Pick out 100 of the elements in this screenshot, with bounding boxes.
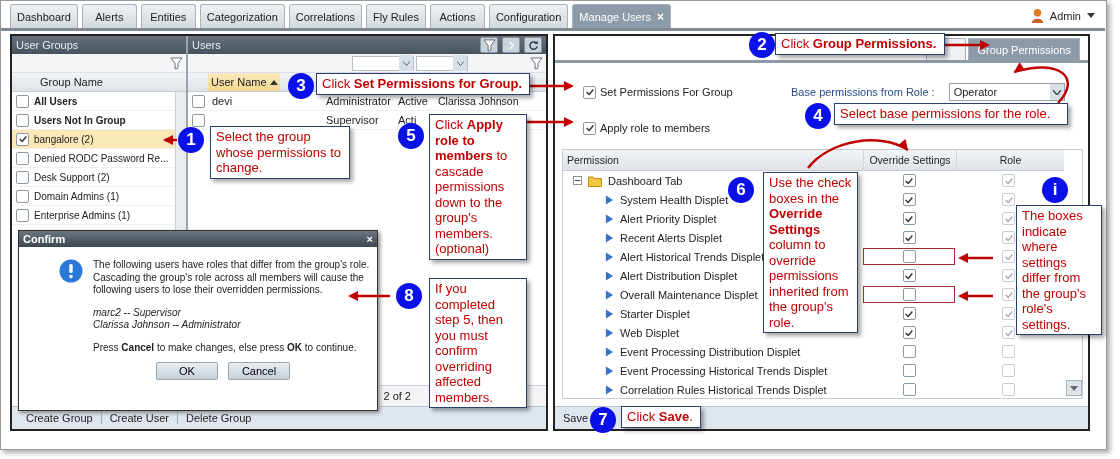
tree-label: Correlation Rules Historical Trends Displet [620, 383, 827, 396]
caret-icon[interactable] [1087, 13, 1095, 18]
table-cell: devi [212, 95, 233, 107]
expand-arrow-icon[interactable] [605, 250, 614, 263]
checkbox[interactable] [16, 170, 29, 184]
tab[interactable]: Entities [140, 4, 196, 28]
callout-text: Select the group whose permissions to change. [210, 126, 350, 179]
checkbox[interactable] [1002, 174, 1015, 187]
checkbox-label: Apply role to members [600, 122, 711, 135]
checkbox[interactable] [583, 121, 596, 135]
toolbar-link[interactable]: Create Group [18, 412, 102, 424]
checkbox[interactable] [902, 269, 916, 282]
tab[interactable]: Categorization [199, 4, 285, 28]
checkbox[interactable] [902, 288, 916, 301]
close-icon[interactable]: × [366, 233, 373, 245]
checkbox[interactable] [1002, 212, 1015, 225]
expand-arrow-icon[interactable] [605, 307, 614, 320]
user-menu[interactable]: Admin [1049, 9, 1081, 22]
toolbar-link[interactable]: Create User [101, 412, 178, 424]
checkbox[interactable] [16, 208, 29, 222]
dialog-message: Press Cancel to make changes, else press OK to continue. [93, 341, 358, 354]
sort-arrow-icon [269, 79, 278, 85]
toolbar-link[interactable]: Delete Group [177, 412, 260, 424]
save-button[interactable]: Save [563, 412, 589, 424]
tab[interactable]: Correlations [288, 4, 363, 28]
checkbox[interactable] [16, 151, 29, 165]
expand-arrow-icon[interactable] [605, 231, 614, 244]
collapse-icon[interactable] [573, 176, 582, 185]
group-row[interactable]: All Users [12, 92, 175, 111]
pointer-arrow [1013, 62, 1069, 104]
checkbox[interactable] [902, 383, 916, 396]
expand-arrow-icon[interactable] [605, 193, 614, 206]
check-icon [17, 134, 28, 144]
checkbox[interactable] [902, 326, 916, 339]
filter-icon[interactable] [170, 56, 183, 70]
checkbox[interactable] [902, 345, 916, 358]
checkbox[interactable] [902, 174, 916, 187]
checkbox[interactable] [1002, 345, 1015, 358]
checkbox[interactable] [191, 94, 205, 108]
dialog-button[interactable]: Cancel [228, 362, 290, 380]
tree-label: Web Displet [620, 326, 680, 339]
group-row[interactable]: Denied RODC Password Re... [12, 149, 175, 168]
expand-arrow-icon[interactable] [605, 288, 614, 301]
filter-icon[interactable] [530, 56, 543, 70]
checkbox[interactable] [583, 85, 596, 99]
column-header[interactable]: Role [956, 150, 1064, 170]
group-row[interactable]: bangalore (2) [12, 130, 175, 149]
tree-label: System Health Displet [620, 193, 729, 206]
column-header[interactable]: Permission [563, 150, 863, 170]
group-row[interactable]: Domain Admins (1) [12, 187, 175, 206]
checkbox[interactable] [1002, 326, 1015, 339]
tab[interactable]: Fly Rules [366, 4, 426, 28]
checkbox[interactable] [16, 132, 29, 146]
refresh-icon[interactable] [527, 39, 539, 51]
checkbox[interactable] [1002, 269, 1015, 282]
checkbox[interactable] [902, 250, 916, 263]
checkbox[interactable] [16, 189, 29, 203]
checkbox[interactable] [1002, 383, 1015, 396]
alert-icon [59, 259, 83, 283]
column-header[interactable]: User Name [208, 73, 280, 91]
tab[interactable]: Alerts [81, 4, 137, 28]
checkbox[interactable] [1002, 307, 1015, 320]
column-header[interactable]: Override Settings [863, 150, 956, 170]
checkbox[interactable] [1002, 193, 1015, 206]
checkbox[interactable] [902, 307, 916, 320]
scroll-down-button[interactable] [1066, 380, 1082, 396]
check-icon [1003, 251, 1014, 262]
expand-arrow-icon[interactable] [605, 383, 614, 396]
checkbox[interactable] [16, 94, 29, 108]
pointer-arrow [958, 253, 993, 263]
tree-label: Alert Historical Trends Displet [620, 250, 765, 263]
check-icon [584, 87, 595, 98]
group-row[interactable]: Desk Support (2) [12, 168, 175, 187]
checkbox[interactable] [16, 113, 29, 127]
check-icon [904, 213, 914, 224]
table-cell: Acti [398, 114, 417, 126]
checkbox[interactable] [1002, 231, 1015, 244]
role-dropdown[interactable]: Operator [948, 83, 1065, 102]
checkbox[interactable] [902, 364, 916, 377]
tab[interactable]: Dashboard [10, 4, 78, 28]
expand-arrow-icon[interactable] [605, 326, 614, 339]
checkbox[interactable] [902, 193, 916, 206]
expand-arrow-icon[interactable] [605, 345, 614, 358]
check-icon [1003, 194, 1014, 205]
dialog-title: Confirm [23, 233, 66, 245]
expand-arrow-icon[interactable] [605, 269, 614, 282]
checkbox[interactable] [1002, 250, 1015, 263]
group-row[interactable]: Enterprise Admins (1) [12, 206, 175, 225]
checkbox[interactable] [1002, 288, 1015, 301]
expand-arrow-icon[interactable] [605, 364, 614, 377]
tab[interactable]: Actions [429, 4, 485, 28]
checkbox[interactable] [902, 231, 916, 244]
expand-arrow-icon[interactable] [605, 212, 614, 225]
filter-icon[interactable] [482, 38, 496, 52]
checkbox[interactable] [191, 113, 205, 127]
checkbox[interactable] [1002, 364, 1015, 377]
checkbox[interactable] [902, 212, 916, 225]
dialog-button[interactable]: OK [156, 362, 218, 380]
tab[interactable]: Configuration [488, 4, 569, 28]
caret-icon[interactable] [1052, 89, 1061, 95]
